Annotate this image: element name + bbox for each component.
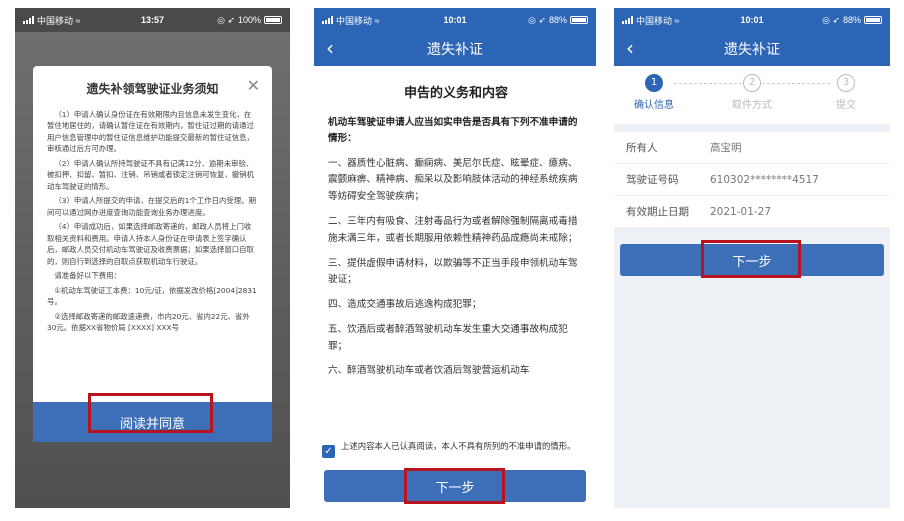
declaration-content: 申告的义务和内容 机动车驾驶证申请人应当如实申告是否具有下列不准申请的情形： 一… [314,66,596,380]
info-key: 有效期止日期 [626,206,689,218]
app-header: 中国移动 ≈ 10:01 ◎ ➶ 88% ‹ 遗失补证 [314,8,596,66]
back-arrow-icon[interactable]: ‹ [326,38,334,58]
signal-icon [23,15,34,24]
notice-paragraph: （3）申请人所提交的申请，在提交后的1个工作日内受理。期间可以通过网办进度查询功… [47,196,256,217]
carrier: 中国移动 ≈ [322,14,379,27]
carrier: 中国移动 ≈ [23,14,80,27]
declaration-item: 二、三年内有吸食、注射毒品行为或者解除强制隔离戒毒措施未满三年，或者长期服用依赖… [328,215,578,244]
step-pickup-method: 2 取件方式 [712,74,792,111]
page-title: 遗失补证 [427,42,483,58]
info-value: 610302********4517 [710,173,819,186]
phone-screen-confirm-info: 中国移动 ≈ 10:01 ◎ ➶ 88% ‹ 遗失补证 1 确认信息 2 取件方… [614,8,890,508]
notice-paragraph: 请准备好以下费用： [54,271,121,281]
nav-bar: ‹ 遗失补证 [314,32,596,66]
checkbox-checked-icon[interactable]: ✓ [322,445,335,458]
notice-paragraph: ②选择邮政寄递的邮政速递费，市内20元、省内22元、省外30元。依据XX省物价局… [47,311,250,332]
phone-screen-notice: 中国移动 ≈ 13:57 ◎ ➶ 100% 遗失补领驾驶证业务须知 ✕ （1）申… [15,8,290,508]
declaration-item: 四、造成交通事故后逃逸构成犯罪； [328,299,482,311]
modal-title: 遗失补领驾驶证业务须知 [86,82,219,96]
info-key: 驾驶证号码 [626,174,679,186]
app-header: 中国移动 ≈ 10:01 ◎ ➶ 88% ‹ 遗失补证 [614,8,890,66]
declaration-intro: 机动车驾驶证申请人应当如实申告是否具有下列不准申请的情形： [328,117,578,145]
declaration-item: 三、提供虚假申请材料，以欺骗等不正当手段申领机动车驾驶证； [328,257,578,286]
status-bar: 中国移动 ≈ 10:01 ◎ ➶ 88% [614,8,890,32]
battery-icon [570,16,588,24]
page-title: 遗失补证 [724,42,780,58]
notice-paragraph: （4）申请成功后，如果选择邮政寄递的，邮政人员将上门收取相关资料和费用。申请人持… [47,222,254,266]
phone-screen-declaration: 中国移动 ≈ 10:01 ◎ ➶ 88% ‹ 遗失补证 申告的义务和内容 机动车… [314,8,596,508]
declaration-title: 申告的义务和内容 [403,86,508,101]
agree-row[interactable]: ✓ 上述内容本人已认真阅读，本人不具有所列的不准申请的情形。 [322,436,588,458]
step-label: 确认信息 [634,100,674,111]
step-confirm-info: 1 确认信息 [614,74,694,111]
close-icon[interactable]: ✕ [247,76,260,95]
status-bar: 中国移动 ≈ 13:57 ◎ ➶ 100% [15,8,290,32]
status-right: ◎ ➶ 88% [822,15,882,26]
info-value: 2021-01-27 [710,205,772,218]
info-key: 所有人 [626,142,658,154]
step-indicator: 1 确认信息 2 取件方式 3 提交 [614,66,890,124]
status-right: ◎ ➶ 88% [528,15,588,26]
nav-bar: ‹ 遗失补证 [614,32,890,66]
signal-icon [622,15,633,24]
modal-body: （1）申请人确认身份证在有效期限内且信息未发生变化，在暂住地居住的，请确认暂住证… [47,109,258,333]
agree-text: 上述内容本人已认真阅读，本人不具有所列的不准申请的情形。 [341,441,576,451]
declaration-item: 五、饮酒后或者醉酒驾驶机动车发生重大交通事故构成犯罪； [328,323,568,352]
step-number: 2 [743,74,761,92]
read-and-agree-button[interactable]: 阅读并同意 [33,402,272,442]
carrier: 中国移动 ≈ [622,14,679,27]
info-row-license-number: 驾驶证号码 610302********4517 [614,164,890,196]
info-row-owner: 所有人 高宝明 [614,132,890,164]
status-bar: 中国移动 ≈ 10:01 ◎ ➶ 88% [314,8,596,32]
step-label: 取件方式 [732,100,772,111]
next-step-button[interactable]: 下一步 [620,244,884,276]
license-info-list: 所有人 高宝明 驾驶证号码 610302********4517 有效期止日期 … [614,132,890,228]
signal-icon [322,15,333,24]
back-arrow-icon[interactable]: ‹ [626,38,634,58]
step-number: 3 [837,74,855,92]
declaration-item: 六、醉酒驾驶机动车或者饮酒后驾驶营运机动车 [328,365,530,377]
battery-icon [264,16,282,24]
info-row-expiry-date: 有效期止日期 2021-01-27 [614,196,890,228]
next-step-button[interactable]: 下一步 [324,470,586,502]
step-submit: 3 提交 [806,74,886,111]
notice-paragraph: （1）申请人确认身份证在有效期限内且信息未发生变化，在暂住地居住的，请确认暂住证… [47,110,254,154]
notice-paragraph: ①机动车驾驶证工本费：10元/证，依据发改价格[2004]2831号。 [47,285,257,307]
status-right: ◎ ➶ 100% [217,15,282,26]
declaration-item: 一、器质性心脏病、癫痫病、美尼尔氏症、眩晕症、癔病、震颤麻痹、精神病、痴呆以及影… [328,157,578,203]
notice-modal: 遗失补领驾驶证业务须知 ✕ （1）申请人确认身份证在有效期限内且信息未发生变化，… [33,66,272,440]
step-number: 1 [645,74,663,92]
step-label: 提交 [836,100,856,111]
notice-paragraph: （2）申请人确认所持驾驶证不具有记满12分、逾期未审验、被扣押、扣留、暂扣、注销… [47,158,254,191]
battery-icon [864,16,882,24]
info-value: 高宝明 [710,142,742,154]
